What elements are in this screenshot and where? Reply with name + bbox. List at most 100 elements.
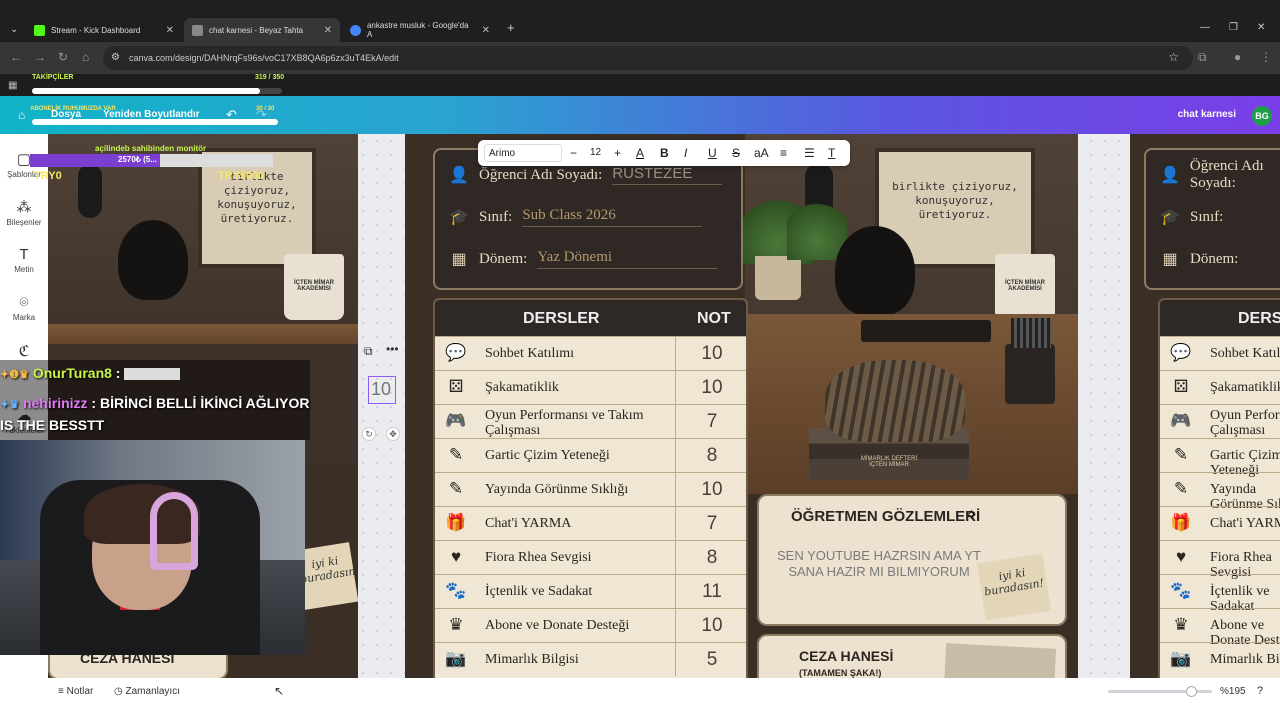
increase-size-icon[interactable]: + bbox=[614, 146, 621, 160]
close-window-icon[interactable]: ✕ bbox=[1257, 22, 1265, 33]
italic-icon[interactable]: I bbox=[684, 146, 687, 160]
profile-icon[interactable]: ● bbox=[1234, 50, 1241, 64]
grade-value[interactable]: 5 bbox=[677, 649, 746, 671]
address-bar[interactable]: ⚙ canva.com/design/DAHNrqFs96s/voC17XB8Q… bbox=[103, 46, 1193, 70]
font-size-input[interactable]: 12 bbox=[590, 147, 601, 158]
subject-label[interactable]: Gartic Çizim Yeteneği bbox=[485, 448, 610, 463]
tab-chat-karnesi[interactable]: chat karnesi - Beyaz Tahta ✕ bbox=[184, 18, 340, 42]
align-center-icon[interactable]: ≡ bbox=[780, 146, 787, 160]
student-name-value[interactable]: RUSTEZEE bbox=[612, 165, 723, 185]
zoom-level[interactable]: %195 bbox=[1220, 686, 1246, 697]
sidebar-item-text[interactable]: T Metin bbox=[0, 246, 48, 274]
reload-icon[interactable]: ↻ bbox=[58, 50, 68, 64]
subject-label[interactable]: Oyun Performansı ve Takım Çalışması bbox=[485, 408, 645, 438]
browser-tab-bar: ⌄ Stream - Kick Dashboard ✕ chat karnesi… bbox=[0, 0, 1280, 42]
minimize-icon[interactable]: — bbox=[1200, 22, 1210, 33]
duplicate-icon[interactable]: ⧉ bbox=[364, 344, 373, 359]
letter-case-icon[interactable]: aA bbox=[754, 146, 769, 160]
subject-label[interactable]: Şakamatiklik bbox=[485, 380, 559, 395]
home-icon[interactable]: ⌂ bbox=[82, 50, 89, 64]
bold-icon[interactable]: B bbox=[660, 146, 669, 160]
class-value[interactable]: Sub Class 2026 bbox=[522, 207, 703, 227]
graduation-cap-icon: 🎓 bbox=[449, 209, 469, 226]
calendar-icon: ▦ bbox=[1162, 251, 1178, 268]
spacing-icon[interactable]: T bbox=[828, 146, 835, 160]
sidebar-item-apps[interactable]: ℭ bbox=[0, 342, 48, 362]
notes-button[interactable]: ≡ Notlar bbox=[58, 686, 93, 697]
observations-text[interactable]: SEN YOUTUBE HAZRSIN AMA YT SANA HAZIR MI… bbox=[769, 548, 989, 580]
subject-icon: 💬 bbox=[445, 343, 467, 362]
strikethrough-icon[interactable]: S bbox=[732, 146, 740, 160]
font-family-select[interactable]: Arimo bbox=[484, 144, 562, 162]
subject-label[interactable]: Abone ve Donate Desteği bbox=[485, 618, 629, 633]
subject-label[interactable]: Sohbet Katılımı bbox=[1210, 346, 1280, 361]
grade-value[interactable]: 7 bbox=[677, 513, 746, 535]
apps-grid-icon[interactable]: ▦ bbox=[8, 80, 17, 91]
subject-label[interactable]: Mimarlık Bilgisi bbox=[1210, 652, 1280, 667]
new-tab-icon[interactable]: + bbox=[507, 20, 515, 35]
rotate-handle-icon[interactable]: ↻ bbox=[362, 427, 376, 441]
mug: İÇTEN MİMAR AKADEMİSİ bbox=[284, 254, 344, 320]
report-card-board[interactable]: birlikte çiziyoruz, konuşuyoruz, üretiyo… bbox=[405, 134, 1078, 678]
person-icon: 👤 bbox=[449, 167, 469, 184]
back-icon[interactable]: ← bbox=[10, 50, 22, 64]
avatar[interactable]: BG bbox=[1252, 106, 1272, 126]
grade-value[interactable]: 10 bbox=[677, 479, 746, 501]
subject-label[interactable]: Yayında Görünme Sıklığı bbox=[485, 482, 628, 497]
more-options-icon[interactable]: ••• bbox=[386, 342, 399, 356]
underline-icon[interactable]: U bbox=[708, 146, 717, 160]
decrease-size-icon[interactable]: − bbox=[570, 146, 577, 160]
table-row: ✎ Gartic Çizim Yeteneği bbox=[1160, 438, 1280, 478]
tab-label: chat karnesi - Beyaz Tahta bbox=[209, 25, 304, 35]
grade-value[interactable]: 10 bbox=[677, 377, 746, 399]
column-divider bbox=[675, 541, 676, 574]
text-color-icon[interactable]: A bbox=[636, 146, 644, 160]
tab-google-search[interactable]: ankastre musluk - Google'da A ✕ bbox=[342, 18, 498, 42]
restore-icon[interactable]: ❐ bbox=[1229, 22, 1238, 33]
subject-label[interactable]: Oyun Performansı ve Takım Çalışması bbox=[1210, 408, 1280, 438]
subject-label[interactable]: Sohbet Katılımı bbox=[485, 346, 574, 361]
streamer-shirt bbox=[70, 610, 220, 655]
help-icon[interactable]: ? bbox=[1257, 685, 1263, 697]
timer-button[interactable]: ◷ Zamanlayıcı bbox=[114, 686, 180, 697]
subject-label[interactable]: Chat'i YARMA bbox=[485, 516, 571, 531]
selected-text-box[interactable]: 10 bbox=[368, 376, 396, 404]
extensions-icon[interactable]: ⧉ bbox=[1198, 50, 1207, 65]
selected-text[interactable]: 10 bbox=[371, 379, 391, 400]
class-row: 🎓 Sınıf: Sub Class 2026 bbox=[449, 202, 703, 232]
home-icon[interactable]: ⌂ bbox=[18, 108, 25, 122]
list-icon[interactable]: ☰ bbox=[804, 146, 815, 160]
zoom-slider-handle[interactable] bbox=[1186, 686, 1198, 697]
sidebar-item-brand[interactable]: ⌾ Marka bbox=[0, 294, 48, 322]
tab-kick-dashboard[interactable]: Stream - Kick Dashboard ✕ bbox=[26, 18, 182, 42]
bookmark-star-icon[interactable]: ☆ bbox=[1168, 50, 1179, 64]
grade-value[interactable]: 8 bbox=[677, 445, 746, 467]
subject-label[interactable]: İçtenlik ve Sadakat bbox=[485, 584, 592, 599]
subject-icon: 🎁 bbox=[445, 513, 467, 532]
design-title[interactable]: chat karnesi bbox=[1178, 109, 1236, 120]
close-tab-icon[interactable]: ✕ bbox=[324, 25, 332, 36]
close-tab-icon[interactable]: ✕ bbox=[166, 25, 174, 36]
subject-label[interactable]: Chat'i YARMA bbox=[1210, 516, 1280, 531]
subject-label[interactable]: Mimarlık Bilgisi bbox=[485, 652, 579, 667]
grade-value[interactable]: 11 bbox=[677, 581, 746, 603]
grade-value[interactable]: 8 bbox=[677, 547, 746, 569]
subject-label[interactable]: Şakamatiklik bbox=[1210, 380, 1280, 395]
grade-value[interactable]: 7 bbox=[677, 411, 746, 433]
forward-icon[interactable]: → bbox=[34, 50, 46, 64]
subject-label[interactable]: Fiora Rhea Sevgisi bbox=[485, 550, 592, 565]
move-handle-icon[interactable]: ✥ bbox=[386, 427, 400, 441]
term-value[interactable]: Yaz Dönemi bbox=[537, 249, 718, 269]
table-row: 💬 Sohbet Katılımı 10 bbox=[435, 336, 746, 370]
grade-value[interactable]: 10 bbox=[677, 343, 746, 365]
close-tab-icon[interactable]: ✕ bbox=[482, 25, 490, 36]
chat-overlay: ✦❶♛ OnurTuran8 : ✦♛ nehirinizz : BİRİNCİ… bbox=[0, 360, 310, 440]
browser-menu-icon[interactable]: ⋮ bbox=[1260, 50, 1272, 64]
site-info-icon[interactable]: ⚙ bbox=[111, 52, 120, 63]
table-row: 🐾 İçtenlik ve Sadakat bbox=[1160, 574, 1280, 614]
tab-search-icon[interactable]: ⌄ bbox=[10, 24, 18, 35]
board-next[interactable]: 👤 Öğrenci Adı Soyadı: 🎓 Sınıf: ▦ Dönem: DER… bbox=[1130, 134, 1280, 678]
grade-value[interactable]: 10 bbox=[677, 615, 746, 637]
tab-label: ankastre musluk - Google'da A bbox=[366, 21, 469, 39]
sidebar-item-elements[interactable]: ⁂ Bileşenler bbox=[0, 198, 48, 227]
